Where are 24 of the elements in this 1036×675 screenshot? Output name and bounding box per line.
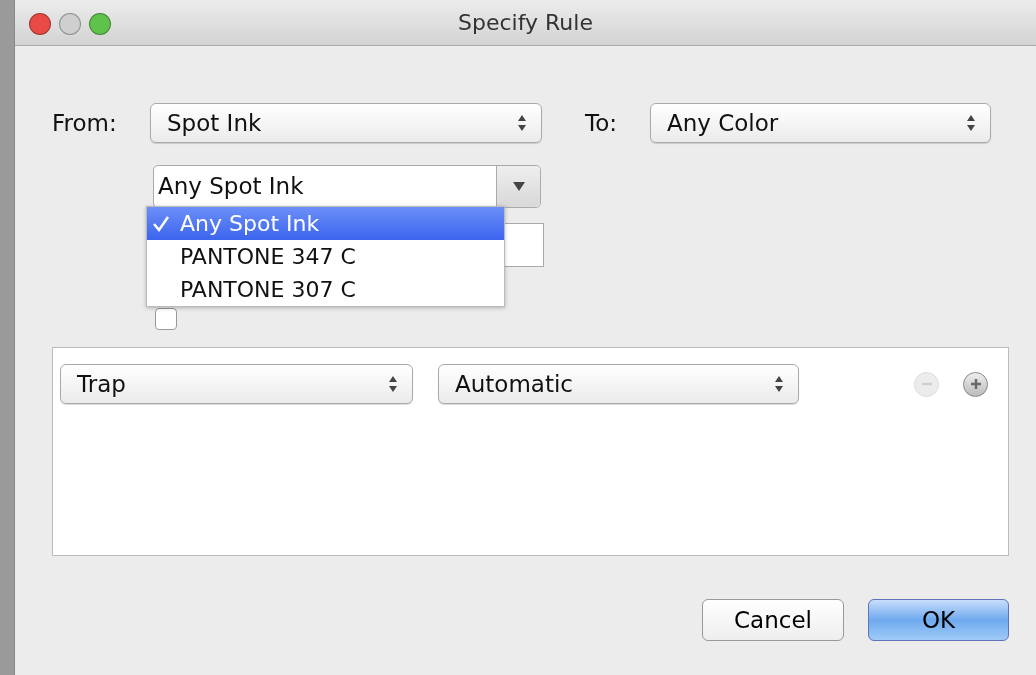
up-down-arrows-icon (774, 375, 784, 393)
ok-button[interactable]: OK (868, 599, 1009, 641)
ink-combo-box[interactable]: Any Spot Ink (153, 165, 541, 208)
menu-item[interactable]: PANTONE 307 C (147, 273, 504, 306)
zoom-icon[interactable] (89, 13, 111, 35)
up-down-arrows-icon (517, 114, 527, 132)
close-icon[interactable] (29, 13, 51, 35)
up-down-arrows-icon (966, 114, 976, 132)
checkbox[interactable] (155, 308, 177, 330)
from-label: From: (52, 108, 118, 138)
mode-dropdown[interactable]: Automatic (438, 364, 799, 404)
to-dropdown[interactable]: Any Color (650, 103, 991, 143)
action-dropdown[interactable]: Trap (60, 364, 413, 404)
up-down-arrows-icon (388, 375, 398, 393)
window-title: Specify Rule (458, 9, 593, 37)
cancel-button[interactable]: Cancel (702, 599, 844, 641)
checkmark-icon (152, 215, 170, 233)
menu-item[interactable]: PANTONE 347 C (147, 240, 504, 273)
menu-item[interactable]: Any Spot Ink (147, 207, 504, 240)
plus-icon (968, 377, 983, 391)
to-label: To: (585, 108, 618, 138)
add-button[interactable] (963, 371, 988, 397)
from-dropdown[interactable]: Spot Ink (150, 103, 542, 143)
dropdown-arrow-icon[interactable] (512, 182, 525, 191)
